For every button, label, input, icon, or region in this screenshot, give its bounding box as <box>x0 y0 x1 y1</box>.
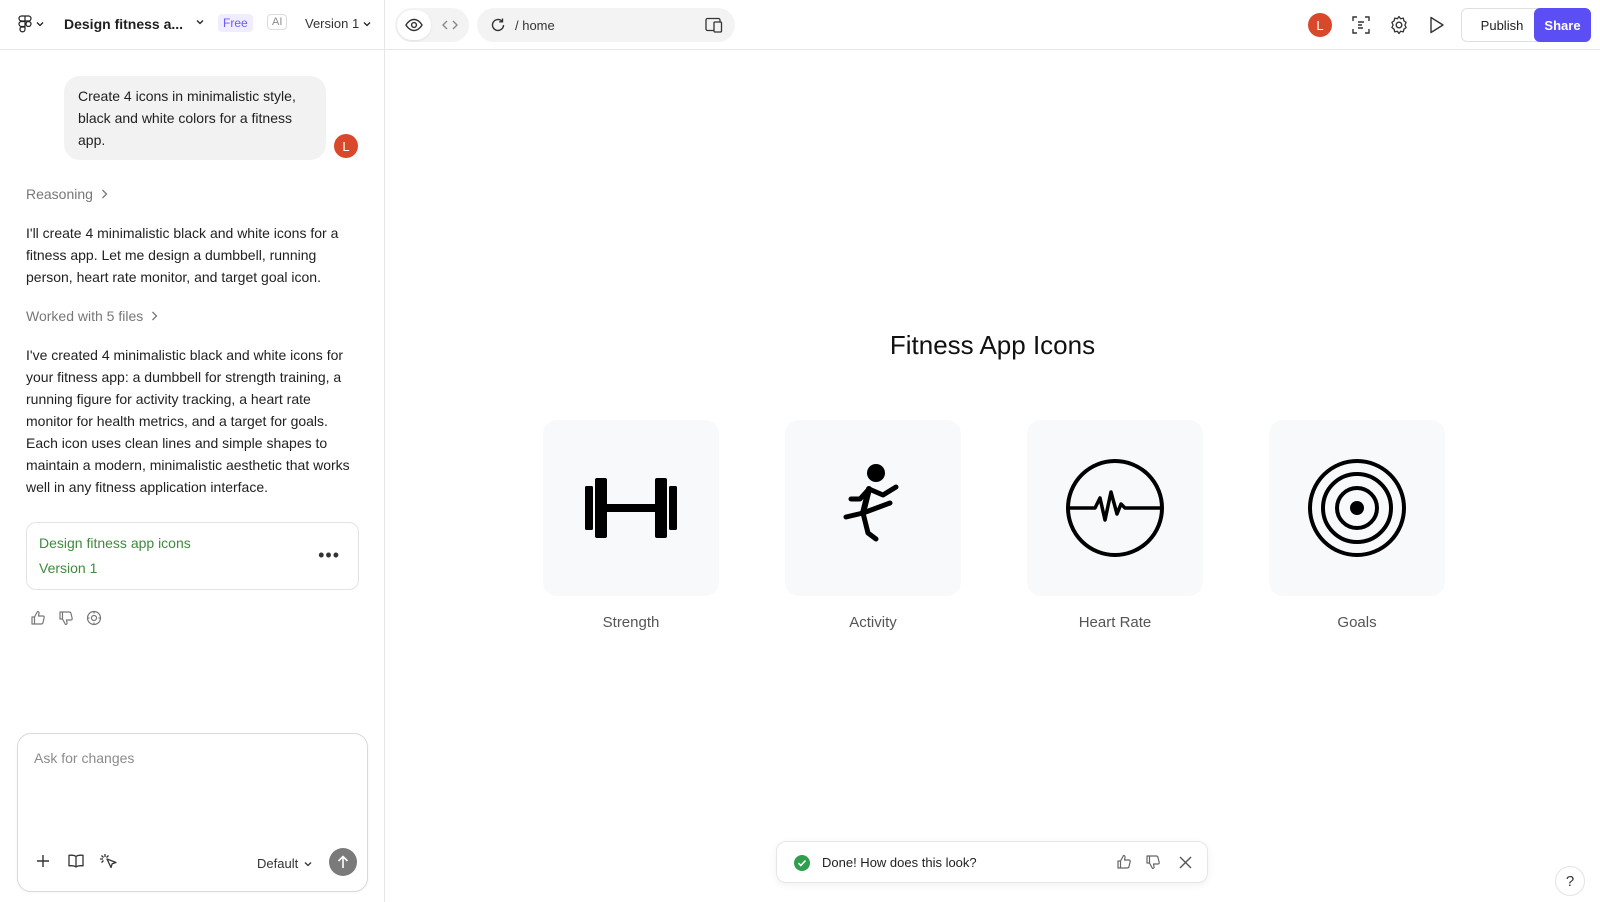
icon-card-activity[interactable] <box>785 420 961 596</box>
assistant-summary-message: I've created 4 minimalistic black and wh… <box>26 347 350 495</box>
refresh-icon[interactable] <box>489 16 507 34</box>
project-title[interactable]: Design fitness a... <box>64 16 183 32</box>
chat-composer: Default <box>17 733 368 892</box>
preview-mode-button[interactable] <box>397 10 431 40</box>
toast-message: Done! How does this look? <box>822 855 977 870</box>
url-bar: / home <box>477 8 735 42</box>
thumbs-up-icon <box>31 610 45 625</box>
chevron-down-icon <box>304 861 312 866</box>
chat-input[interactable] <box>34 750 352 830</box>
plan-badge: Free <box>218 14 253 32</box>
publish-button[interactable]: Publish <box>1461 8 1543 42</box>
chevron-right-icon <box>101 189 108 199</box>
code-icon <box>442 20 458 30</box>
share-button[interactable]: Share <box>1534 8 1591 42</box>
more-options-button[interactable]: ••• <box>318 545 340 566</box>
message-avatar: L <box>334 134 358 158</box>
top-bar: Design fitness a... Free AI Version 1 / … <box>0 0 1600 50</box>
url-path[interactable]: / home <box>515 18 555 33</box>
reasoning-toggle[interactable]: Reasoning <box>26 186 108 202</box>
icon-card-goals[interactable] <box>1269 420 1445 596</box>
version-label: Version 1 <box>305 16 360 31</box>
chat-sidebar: Create 4 icons in minimalistic style, bl… <box>0 50 385 902</box>
app-menu-button[interactable] <box>18 15 44 33</box>
icon-label-activity: Activity <box>849 614 897 631</box>
toast-thumbs-up-icon[interactable] <box>1116 854 1132 870</box>
preview-canvas: Fitness App Icons Strength Activity Hear… <box>385 50 1600 902</box>
assistant-intro-message: I'll create 4 minimalistic black and whi… <box>26 225 339 285</box>
icon-label-strength: Strength <box>602 614 660 631</box>
icon-label-heart-rate: Heart Rate <box>1078 614 1152 631</box>
book-icon[interactable] <box>67 853 85 869</box>
code-mode-button[interactable] <box>433 10 467 40</box>
thumbs-down-icon <box>59 611 73 626</box>
restore-button[interactable] <box>86 610 102 631</box>
version-card[interactable]: Design fitness app icons Version 1 ••• <box>26 522 359 590</box>
icon-card-strength[interactable] <box>543 420 719 596</box>
select-element-icon[interactable] <box>1351 15 1371 35</box>
figma-logo-icon <box>18 15 32 33</box>
target-icon <box>1308 459 1406 557</box>
version-card-subtitle: Version 1 <box>39 560 98 576</box>
icon-card-heart-rate[interactable] <box>1027 420 1203 596</box>
model-label: Default <box>257 856 299 871</box>
running-figure-icon <box>843 464 899 542</box>
project-header: Design fitness a... Free AI Version 1 <box>0 0 385 50</box>
project-chevron-down-icon[interactable] <box>196 18 204 26</box>
thumbs-down-button[interactable] <box>58 610 74 631</box>
thumbs-up-button[interactable] <box>30 610 46 631</box>
view-mode-toggle <box>395 8 469 42</box>
devices-icon[interactable] <box>705 17 723 33</box>
worked-files-toggle[interactable]: Worked with 5 files <box>26 308 158 324</box>
model-selector[interactable]: Default <box>257 856 312 871</box>
check-circle-icon <box>794 855 810 871</box>
eye-icon <box>405 18 423 32</box>
gear-icon[interactable] <box>1389 15 1409 35</box>
message-feedback-row <box>30 610 102 631</box>
toast-thumbs-down-icon[interactable] <box>1145 854 1161 870</box>
send-button[interactable] <box>329 848 357 876</box>
preview-title: Fitness App Icons <box>889 330 1096 360</box>
chevron-right-icon <box>152 311 158 321</box>
ai-badge: AI <box>267 14 288 30</box>
visual-edit-icon[interactable] <box>99 853 119 871</box>
icon-label-goals: Goals <box>1337 614 1377 631</box>
version-dropdown[interactable]: Version 1 <box>305 16 371 31</box>
feedback-toast: Done! How does this look? <box>776 841 1208 883</box>
reasoning-label: Reasoning <box>26 186 93 202</box>
user-avatar[interactable]: L <box>1308 13 1332 37</box>
close-icon[interactable] <box>1179 856 1192 869</box>
play-icon[interactable] <box>1428 15 1446 35</box>
worked-files-label: Worked with 5 files <box>26 308 144 324</box>
dumbbell-icon <box>585 478 677 538</box>
chevron-down-icon <box>36 22 44 27</box>
arrow-up-icon <box>337 855 349 868</box>
chevron-down-icon <box>363 21 371 26</box>
restore-icon <box>86 610 102 626</box>
user-message: Create 4 icons in minimalistic style, bl… <box>64 76 326 160</box>
heart-rate-icon <box>1066 459 1164 557</box>
add-attachment-icon[interactable] <box>35 853 51 869</box>
help-button[interactable]: ? <box>1555 866 1585 896</box>
version-card-title: Design fitness app icons <box>39 535 191 551</box>
